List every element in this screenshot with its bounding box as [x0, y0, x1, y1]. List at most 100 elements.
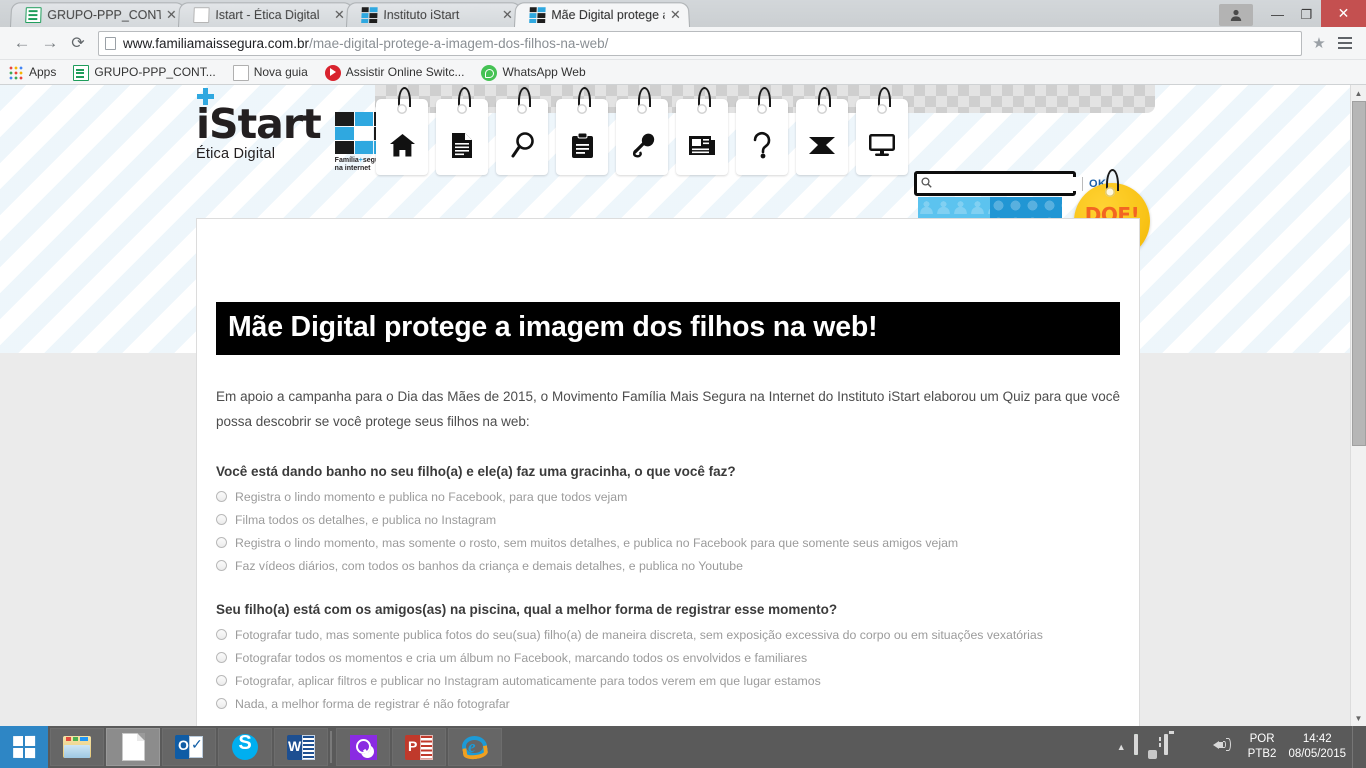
- address-bar[interactable]: www.familiamaissegura.com.br /mae-digita…: [98, 30, 1302, 56]
- nav-item-news[interactable]: [676, 87, 728, 175]
- site-logo[interactable]: iStart Ética Digital Família+segura na i…: [196, 88, 393, 173]
- back-icon[interactable]: ←: [8, 29, 36, 57]
- close-icon[interactable]: ✕: [500, 7, 514, 22]
- radio-button-icon[interactable]: [216, 537, 227, 548]
- taskbar-skype[interactable]: [218, 728, 272, 766]
- nav-item-documents[interactable]: [436, 87, 488, 175]
- folder-icon: [63, 736, 91, 758]
- article-card: Mãe Digital protege a imagem dos filhos …: [196, 218, 1140, 726]
- network-icon[interactable]: [1133, 734, 1156, 758]
- powerpoint-icon: [405, 734, 433, 760]
- radio-button-icon[interactable]: [216, 652, 227, 663]
- page-title: Mãe Digital protege a imagem dos filhos …: [216, 302, 1120, 355]
- option-label: Filma todos os detalhes, e publica no In…: [235, 513, 497, 527]
- question-title: Seu filho(a) está com os amigos(as) na p…: [216, 602, 838, 617]
- page-viewport: iStart Ética Digital Família+segura na i…: [0, 85, 1366, 726]
- scroll-up-arrow-icon[interactable]: ▲: [1351, 85, 1366, 101]
- taskbar-document[interactable]: [106, 728, 160, 766]
- close-button[interactable]: ✕: [1321, 0, 1366, 27]
- radio-button-icon[interactable]: [216, 675, 227, 686]
- taskbar-word[interactable]: [274, 728, 328, 766]
- clipboard-icon: [571, 132, 594, 159]
- bookmark-label: Apps: [29, 65, 57, 79]
- option-label: Nada, a melhor forma de registrar é não …: [235, 697, 510, 711]
- bookmark-star-icon[interactable]: ★: [1308, 32, 1330, 54]
- magnifier-purple-icon: [349, 734, 377, 760]
- radio-button-icon[interactable]: [216, 491, 227, 502]
- radio-button-icon[interactable]: [216, 560, 227, 571]
- minimize-button[interactable]: —: [1263, 4, 1292, 25]
- nav-item-clipboard[interactable]: [556, 87, 608, 175]
- taskbar-powerpoint[interactable]: [392, 728, 446, 766]
- option-label: Fotografar todos os momentos e cria um á…: [235, 651, 808, 665]
- browser-tab-3[interactable]: Instituto iStart ✕: [346, 2, 522, 27]
- language-indicator[interactable]: POR PTB2: [1248, 732, 1277, 762]
- bookmark-label: GRUPO-PPP_CONT...: [94, 65, 216, 79]
- maximize-button[interactable]: ❐: [1292, 4, 1321, 25]
- signal-icon[interactable]: [1186, 736, 1208, 758]
- language-line-2: PTB2: [1247, 748, 1277, 760]
- browser-toolbar: ← → ⟳ www.familiamaissegura.com.br /mae-…: [0, 27, 1366, 60]
- question-mark-icon: [751, 131, 773, 159]
- bookmark-grupo-ppp[interactable]: GRUPO-PPP_CONT...: [73, 64, 216, 81]
- page-icon: [193, 7, 210, 24]
- battery-icon[interactable]: [1160, 734, 1182, 758]
- taskbar-internet-explorer[interactable]: e: [448, 728, 502, 766]
- nav-item-search[interactable]: [496, 87, 548, 175]
- skype-icon: [232, 732, 258, 760]
- windows-logo-icon: [13, 735, 36, 759]
- radio-button-icon[interactable]: [216, 629, 227, 640]
- taskbar-outlook[interactable]: [162, 728, 216, 766]
- taskbar-search-tool[interactable]: [336, 728, 390, 766]
- scrollbar-thumb[interactable]: [1352, 101, 1366, 446]
- quiz-option[interactable]: Fotografar, aplicar filtros e publicar n…: [216, 672, 1120, 690]
- quiz-option[interactable]: Fotografar tudo, mas somente publica fot…: [216, 626, 1120, 644]
- browser-tab-2[interactable]: Istart - Ética Digital ✕: [178, 2, 354, 27]
- nav-item-press[interactable]: [616, 87, 668, 175]
- microphone-icon: [629, 132, 656, 159]
- show-hidden-icons-icon[interactable]: ▲: [1117, 742, 1126, 752]
- windows-taskbar: e ▲ POR PTB2 14:42 08/05/2015: [0, 726, 1366, 768]
- reload-icon[interactable]: ⟳: [64, 29, 92, 57]
- nav-item-home[interactable]: [376, 87, 428, 175]
- clock[interactable]: 14:42 08/05/2015: [1288, 732, 1346, 762]
- start-button[interactable]: [0, 726, 48, 768]
- close-icon[interactable]: ✕: [164, 7, 178, 22]
- bookmark-nova-guia[interactable]: Nova guia: [232, 64, 308, 81]
- browser-tab-1[interactable]: GRUPO-PPP_CONTROLE_ ✕: [10, 2, 186, 27]
- taskbar-file-explorer[interactable]: [50, 728, 104, 766]
- nav-item-help[interactable]: [736, 87, 788, 175]
- volume-icon[interactable]: [1212, 736, 1234, 758]
- show-desktop-button[interactable]: [1352, 726, 1360, 768]
- apps-grid-icon: [8, 64, 24, 80]
- close-icon[interactable]: ✕: [668, 7, 682, 22]
- nav-item-media[interactable]: [856, 87, 908, 175]
- quiz-option[interactable]: Nada, a melhor forma de registrar é não …: [216, 695, 1120, 713]
- quiz-option[interactable]: Fotografar todos os momentos e cria um á…: [216, 649, 1120, 667]
- site-search-box[interactable]: OK: [914, 171, 1106, 196]
- bookmark-whatsapp-web[interactable]: WhatsApp Web: [481, 64, 586, 81]
- radio-button-icon[interactable]: [216, 698, 227, 709]
- monitor-icon: [868, 133, 896, 157]
- browser-tab-4-active[interactable]: Mãe Digital protege a ima ✕: [514, 2, 690, 27]
- envelope-icon: [808, 134, 836, 156]
- close-icon[interactable]: ✕: [332, 7, 346, 22]
- quiz-option[interactable]: Faz vídeos diários, com todos os banhos …: [216, 557, 1120, 575]
- page-scrollbar[interactable]: ▲ ▼: [1350, 85, 1366, 726]
- bookmarks-bar: Apps GRUPO-PPP_CONT... Nova guia Assisti…: [0, 60, 1366, 85]
- radio-button-icon[interactable]: [216, 514, 227, 525]
- quiz-option[interactable]: Filma todos os detalhes, e publica no In…: [216, 511, 1120, 529]
- browser-window: GRUPO-PPP_CONTROLE_ ✕ Istart - Ética Dig…: [0, 0, 1366, 726]
- option-label: Fotografar tudo, mas somente publica fot…: [235, 628, 1043, 642]
- quiz-option[interactable]: Registra o lindo momento, mas somente o …: [216, 534, 1120, 552]
- bookmark-apps[interactable]: Apps: [8, 64, 56, 80]
- newspaper-icon: [688, 133, 716, 157]
- nav-item-contact[interactable]: [796, 87, 848, 175]
- quiz-option[interactable]: Registra o lindo momento e publica no Fa…: [216, 488, 1120, 506]
- scroll-down-arrow-icon[interactable]: ▼: [1351, 710, 1366, 726]
- site-search-input[interactable]: [936, 176, 1083, 191]
- chrome-menu-icon[interactable]: [1332, 30, 1358, 56]
- forward-icon[interactable]: →: [36, 29, 64, 57]
- bookmark-assistir-online[interactable]: Assistir Online Switc...: [324, 64, 464, 81]
- user-profile-icon[interactable]: [1219, 3, 1253, 26]
